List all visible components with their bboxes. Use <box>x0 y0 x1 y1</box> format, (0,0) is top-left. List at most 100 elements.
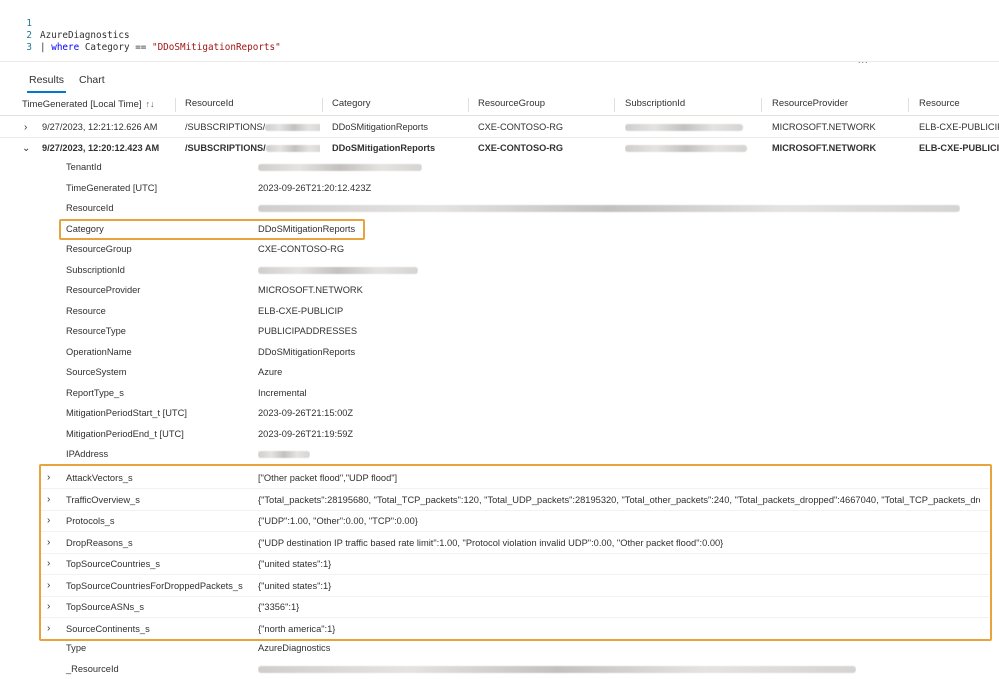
detail-key: DropReasons_s <box>66 538 133 548</box>
detail-row-resourcetype: ResourceType PUBLICIPADDRESSES <box>0 321 999 342</box>
cell-resourceid: /SUBSCRIPTIONS/ <box>185 117 320 138</box>
tab-results[interactable]: Results <box>26 74 67 93</box>
detail-row-topsourcecountriesdropped[interactable]: › TopSourceCountriesForDroppedPackets_s … <box>0 575 999 597</box>
chevron-right-icon[interactable]: › <box>47 554 50 574</box>
code-line-1[interactable]: 1 AzureDiagnostics <box>0 6 129 41</box>
column-header-resource[interactable]: Resource <box>919 94 960 116</box>
detail-row-resource: Resource ELB-CXE-PUBLICIP <box>0 301 999 322</box>
detail-key: TenantId <box>66 162 102 172</box>
detail-key: MitigationPeriodEnd_t [UTC] <box>66 428 184 439</box>
table-row[interactable]: › 9/27/2023, 12:21:12.626 AM /SUBSCRIPTI… <box>0 117 999 138</box>
detail-key: TopSourceASNs_s <box>66 602 145 612</box>
sort-icon[interactable]: ↑↓ <box>146 99 155 109</box>
detail-value: {"UDP destination IP traffic based rate … <box>258 538 724 548</box>
detail-row-sourcesystem: SourceSystem Azure <box>0 362 999 383</box>
chevron-down-icon[interactable]: ⌄ <box>22 138 30 159</box>
table-row-expanded[interactable]: ⌄ 9/27/2023, 12:20:12.423 AM /SUBSCRIPTI… <box>0 138 999 159</box>
chevron-right-icon[interactable]: › <box>47 490 50 510</box>
results-column-header: TimeGenerated [Local Time] ↑↓ ResourceId … <box>0 94 999 116</box>
detail-key: MitigationPeriodStart_t [UTC] <box>66 408 187 418</box>
detail-value: 2023-09-26T21:20:12.423Z <box>258 182 372 193</box>
detail-key: Resource <box>66 305 106 316</box>
detail-row-resourceid-internal: _ResourceId <box>0 659 999 679</box>
detail-key: Protocols_s <box>66 516 115 526</box>
detail-row-sourcecontinents[interactable]: › SourceContinents_s {"north america":1} <box>0 618 999 640</box>
chevron-right-icon[interactable]: › <box>47 468 50 488</box>
column-resize-handle[interactable] <box>468 98 469 112</box>
detail-key: TopSourceCountriesForDroppedPackets_s <box>66 581 243 591</box>
cell-time: 9/27/2023, 12:20:12.423 AM <box>42 143 160 153</box>
detail-value: ELB-CXE-PUBLICIP <box>258 305 344 316</box>
column-header-resourceprovider[interactable]: ResourceProvider <box>772 94 848 116</box>
chevron-right-icon[interactable]: › <box>47 511 50 531</box>
detail-value: DDoSMitigationReports <box>258 346 356 357</box>
detail-key: ResourceId <box>66 203 114 213</box>
column-resize-handle[interactable] <box>908 98 909 112</box>
detail-value: {"united states":1} <box>258 581 332 591</box>
detail-value: {"north america":1} <box>258 624 336 634</box>
more-options-icon[interactable]: ... <box>858 55 869 65</box>
detail-row-mitigationperiodstart: MitigationPeriodStart_t [UTC] 2023-09-26… <box>0 403 999 424</box>
chevron-right-icon[interactable]: › <box>47 619 50 639</box>
results-tabs: Results Chart <box>0 70 999 93</box>
detail-value <box>258 659 856 679</box>
cell-resourceprovider: MICROSOFT.NETWORK <box>772 143 877 153</box>
query-editor[interactable]: 1 AzureDiagnostics 2 | where Category ==… <box>0 0 999 65</box>
detail-row-attackvectors[interactable]: › AttackVectors_s ["Other packet flood",… <box>0 467 999 489</box>
code-line-2[interactable]: 2 | where Category == "DDoSMitigationRep… <box>0 18 280 53</box>
redacted-value <box>265 124 320 132</box>
column-resize-handle[interactable] <box>175 98 176 112</box>
column-header-resourcegroup[interactable]: ResourceGroup <box>478 94 545 116</box>
detail-row-subscriptionid: SubscriptionId <box>0 260 999 281</box>
chevron-right-icon[interactable]: › <box>47 576 50 596</box>
detail-key: SubscriptionId <box>66 264 125 275</box>
detail-key: ResourceProvider <box>66 285 141 295</box>
cell-resourcegroup: CXE-CONTOSO-RG <box>478 122 564 132</box>
detail-row-topsourceasns[interactable]: › TopSourceASNs_s {"3356":1} <box>0 596 999 618</box>
redacted-value <box>258 164 422 172</box>
detail-row-trafficoverview[interactable]: › TrafficOverview_s {"Total_packets":281… <box>0 489 999 511</box>
detail-row-resourceprovider: ResourceProvider MICROSOFT.NETWORK <box>0 280 999 301</box>
detail-value: AzureDiagnostics <box>258 643 331 653</box>
redacted-value <box>265 145 320 153</box>
code-line-3[interactable]: 3 <box>0 30 32 53</box>
chevron-right-icon[interactable]: › <box>24 117 27 138</box>
detail-value: Azure <box>258 367 283 377</box>
cell-subscriptionid <box>625 117 755 138</box>
detail-row-resourceid: ResourceId <box>0 198 999 219</box>
detail-row-topsourcecountries[interactable]: › TopSourceCountries_s {"united states":… <box>0 553 999 575</box>
code-text: | where Category == "DDoSMitigationRepor… <box>40 42 281 54</box>
line-number: 2 <box>26 30 32 41</box>
detail-key: OperationName <box>66 346 132 357</box>
detail-row-protocols[interactable]: › Protocols_s {"UDP":1.00, "Other":0.00,… <box>0 510 999 532</box>
column-header-category[interactable]: Category <box>332 94 371 116</box>
column-resize-handle[interactable] <box>322 98 323 112</box>
column-header-subscriptionid[interactable]: SubscriptionId <box>625 94 685 116</box>
detail-value: {"3356":1} <box>258 602 300 612</box>
chevron-right-icon[interactable]: › <box>47 533 50 553</box>
detail-key: ResourceGroup <box>66 244 132 254</box>
column-header-resourceid[interactable]: ResourceId <box>185 94 234 116</box>
detail-row-resourcegroup: ResourceGroup CXE-CONTOSO-RG <box>0 239 999 260</box>
detail-row-timegenerated-utc: TimeGenerated [UTC] 2023-09-26T21:20:12.… <box>0 178 999 199</box>
detail-value: PUBLICIPADDRESSES <box>258 326 358 336</box>
detail-key: SourceSystem <box>66 367 127 377</box>
redacted-value <box>258 266 418 274</box>
detail-row-type: Type AzureDiagnostics <box>0 638 999 659</box>
column-resize-handle[interactable] <box>761 98 762 112</box>
detail-value: 2023-09-26T21:15:00Z <box>258 408 354 418</box>
chevron-right-icon[interactable]: › <box>47 597 50 617</box>
detail-key: TimeGenerated [UTC] <box>66 182 158 193</box>
cell-text: /SUBSCRIPTIONS/ <box>185 122 266 132</box>
column-header-timegenerated[interactable]: TimeGenerated [Local Time] ↑↓ <box>22 94 155 116</box>
detail-value <box>258 157 422 177</box>
cell-text: /SUBSCRIPTIONS/ <box>185 143 266 153</box>
detail-row-category: Category DDoSMitigationReports <box>0 219 999 240</box>
detail-row-ipaddress: IPAddress <box>0 444 999 465</box>
tab-chart[interactable]: Chart <box>79 74 105 86</box>
column-resize-handle[interactable] <box>614 98 615 112</box>
detail-row-dropreasons[interactable]: › DropReasons_s {"UDP destination IP tra… <box>0 532 999 554</box>
detail-value: CXE-CONTOSO-RG <box>258 244 345 254</box>
detail-key: Type <box>66 643 87 653</box>
cell-resourceid: /SUBSCRIPTIONS/ <box>185 138 320 159</box>
